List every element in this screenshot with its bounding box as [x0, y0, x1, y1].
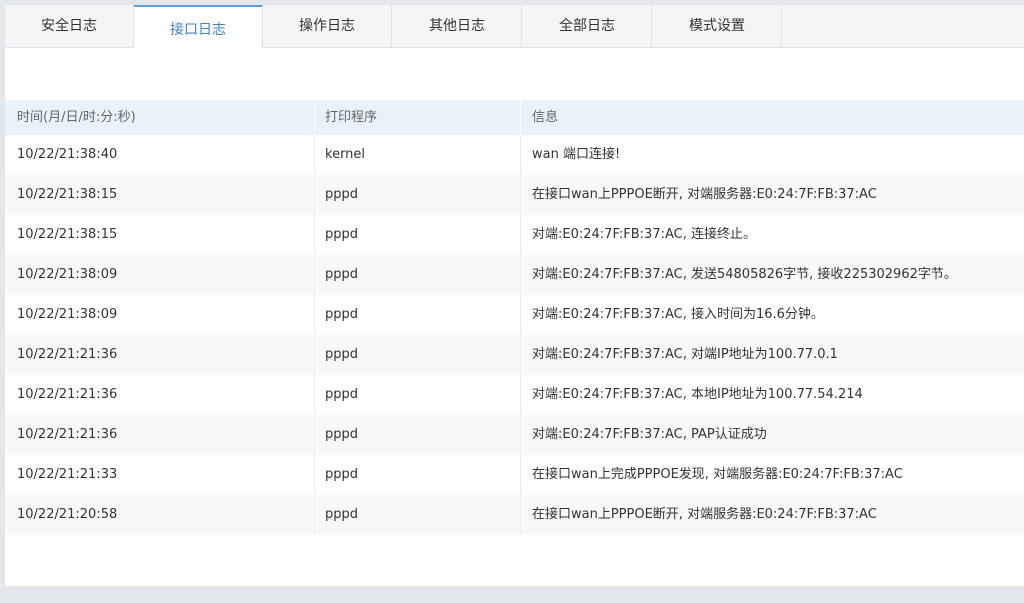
cell-time: 10/22/21:38:09 [17, 267, 118, 282]
table-header: 时间(月/日/时:分:秒) 打印程序 信息 [5, 100, 1024, 135]
table-row: 10/22/21:38:09 pppd 对端:E0:24:7F:FB:37:AC, … [5, 255, 1024, 295]
table-row: 10/22/21:20:58 pppd 在接口wan上PPPOE断开, 对端服务器:… [5, 495, 1024, 535]
cell-message: 对端:E0:24:7F:FB:37:AC, 对端IP地址为100.77.0.1 [532, 347, 838, 362]
cell-message: 在接口wan上PPPOE断开, 对端服务器:E0:24:7F:FB:37:AC [532, 187, 877, 202]
cell-program: pppd [325, 467, 359, 482]
table-row: 10/22/21:21:36 pppd 对端:E0:24:7F:FB:37:AC, … [5, 415, 1024, 455]
cell-message: 对端:E0:24:7F:FB:37:AC, 接入时间为16.6分钟。 [532, 307, 824, 322]
cell-message: wan 端口连接! [532, 147, 621, 162]
cell-time: 10/22/21:38:40 [17, 147, 118, 162]
log-panel: 安全日志 接口日志 操作日志 其他日志 全部日志 模式设置 时间(月/日/时:分… [5, 5, 1024, 586]
column-header-message: 信息 [532, 110, 559, 125]
cell-message: 对端:E0:24:7F:FB:37:AC, 连接终止。 [532, 227, 756, 242]
cell-program: pppd [325, 307, 359, 322]
cell-time: 10/22/21:20:58 [17, 507, 118, 522]
table-row: 10/22/21:38:15 pppd 在接口wan上PPPOE断开, 对端服务器:… [5, 175, 1024, 215]
tab-mode-settings[interactable]: 模式设置 [653, 5, 782, 47]
table-row: 10/22/21:38:40 kernel wan 端口连接! [5, 135, 1024, 175]
table-row: 10/22/21:21:36 pppd 对端:E0:24:7F:FB:37:AC, … [5, 375, 1024, 415]
cell-program: pppd [325, 427, 359, 442]
cell-message: 在接口wan上PPPOE断开, 对端服务器:E0:24:7F:FB:37:AC [532, 507, 877, 522]
column-header-time: 时间(月/日/时:分:秒) [17, 110, 136, 125]
cell-program: pppd [325, 227, 359, 242]
cell-time: 10/22/21:21:36 [17, 427, 118, 442]
cell-program: pppd [325, 387, 359, 402]
cell-program: pppd [325, 507, 359, 522]
cell-program: pppd [325, 187, 359, 202]
cell-message: 对端:E0:24:7F:FB:37:AC, 本地IP地址为100.77.54.2… [532, 387, 863, 402]
table-body: 10/22/21:38:40 kernel wan 端口连接! 10/22/21:38… [5, 135, 1024, 535]
tab-interface-log[interactable]: 接口日志 [134, 5, 263, 48]
cell-time: 10/22/21:21:33 [17, 467, 118, 482]
table-row: 10/22/21:38:15 pppd 对端:E0:24:7F:FB:37:AC, … [5, 215, 1024, 255]
cell-time: 10/22/21:38:09 [17, 307, 118, 322]
cell-time: 10/22/21:21:36 [17, 347, 118, 362]
cell-time: 10/22/21:21:36 [17, 387, 118, 402]
cell-time: 10/22/21:38:15 [17, 187, 118, 202]
cell-time: 10/22/21:38:15 [17, 227, 118, 242]
table-row: 10/22/21:21:36 pppd 对端:E0:24:7F:FB:37:AC, … [5, 335, 1024, 375]
log-table: 时间(月/日/时:分:秒) 打印程序 信息 10/22/21:38:40 kern… [5, 100, 1024, 535]
cell-program: pppd [325, 267, 359, 282]
cell-program: pppd [325, 347, 359, 362]
column-header-program: 打印程序 [325, 110, 378, 125]
cell-message: 在接口wan上完成PPPOE发现, 对端服务器:E0:24:7F:FB:37:A… [532, 467, 903, 482]
tab-other-log[interactable]: 其他日志 [393, 5, 522, 47]
cell-message: 对端:E0:24:7F:FB:37:AC, 发送54805826字节, 接收22… [532, 267, 957, 282]
log-tabs: 安全日志 接口日志 操作日志 其他日志 全部日志 模式设置 [5, 5, 1024, 48]
table-row: 10/22/21:38:09 pppd 对端:E0:24:7F:FB:37:AC, … [5, 295, 1024, 335]
tab-operation-log[interactable]: 操作日志 [263, 5, 392, 47]
tab-all-log[interactable]: 全部日志 [523, 5, 652, 47]
tab-security-log[interactable]: 安全日志 [5, 5, 134, 47]
table-row: 10/22/21:21:33 pppd 在接口wan上完成PPPOE发现, 对端服务… [5, 455, 1024, 495]
cell-program: kernel [325, 147, 366, 162]
cell-message: 对端:E0:24:7F:FB:37:AC, PAP认证成功 [532, 427, 767, 442]
